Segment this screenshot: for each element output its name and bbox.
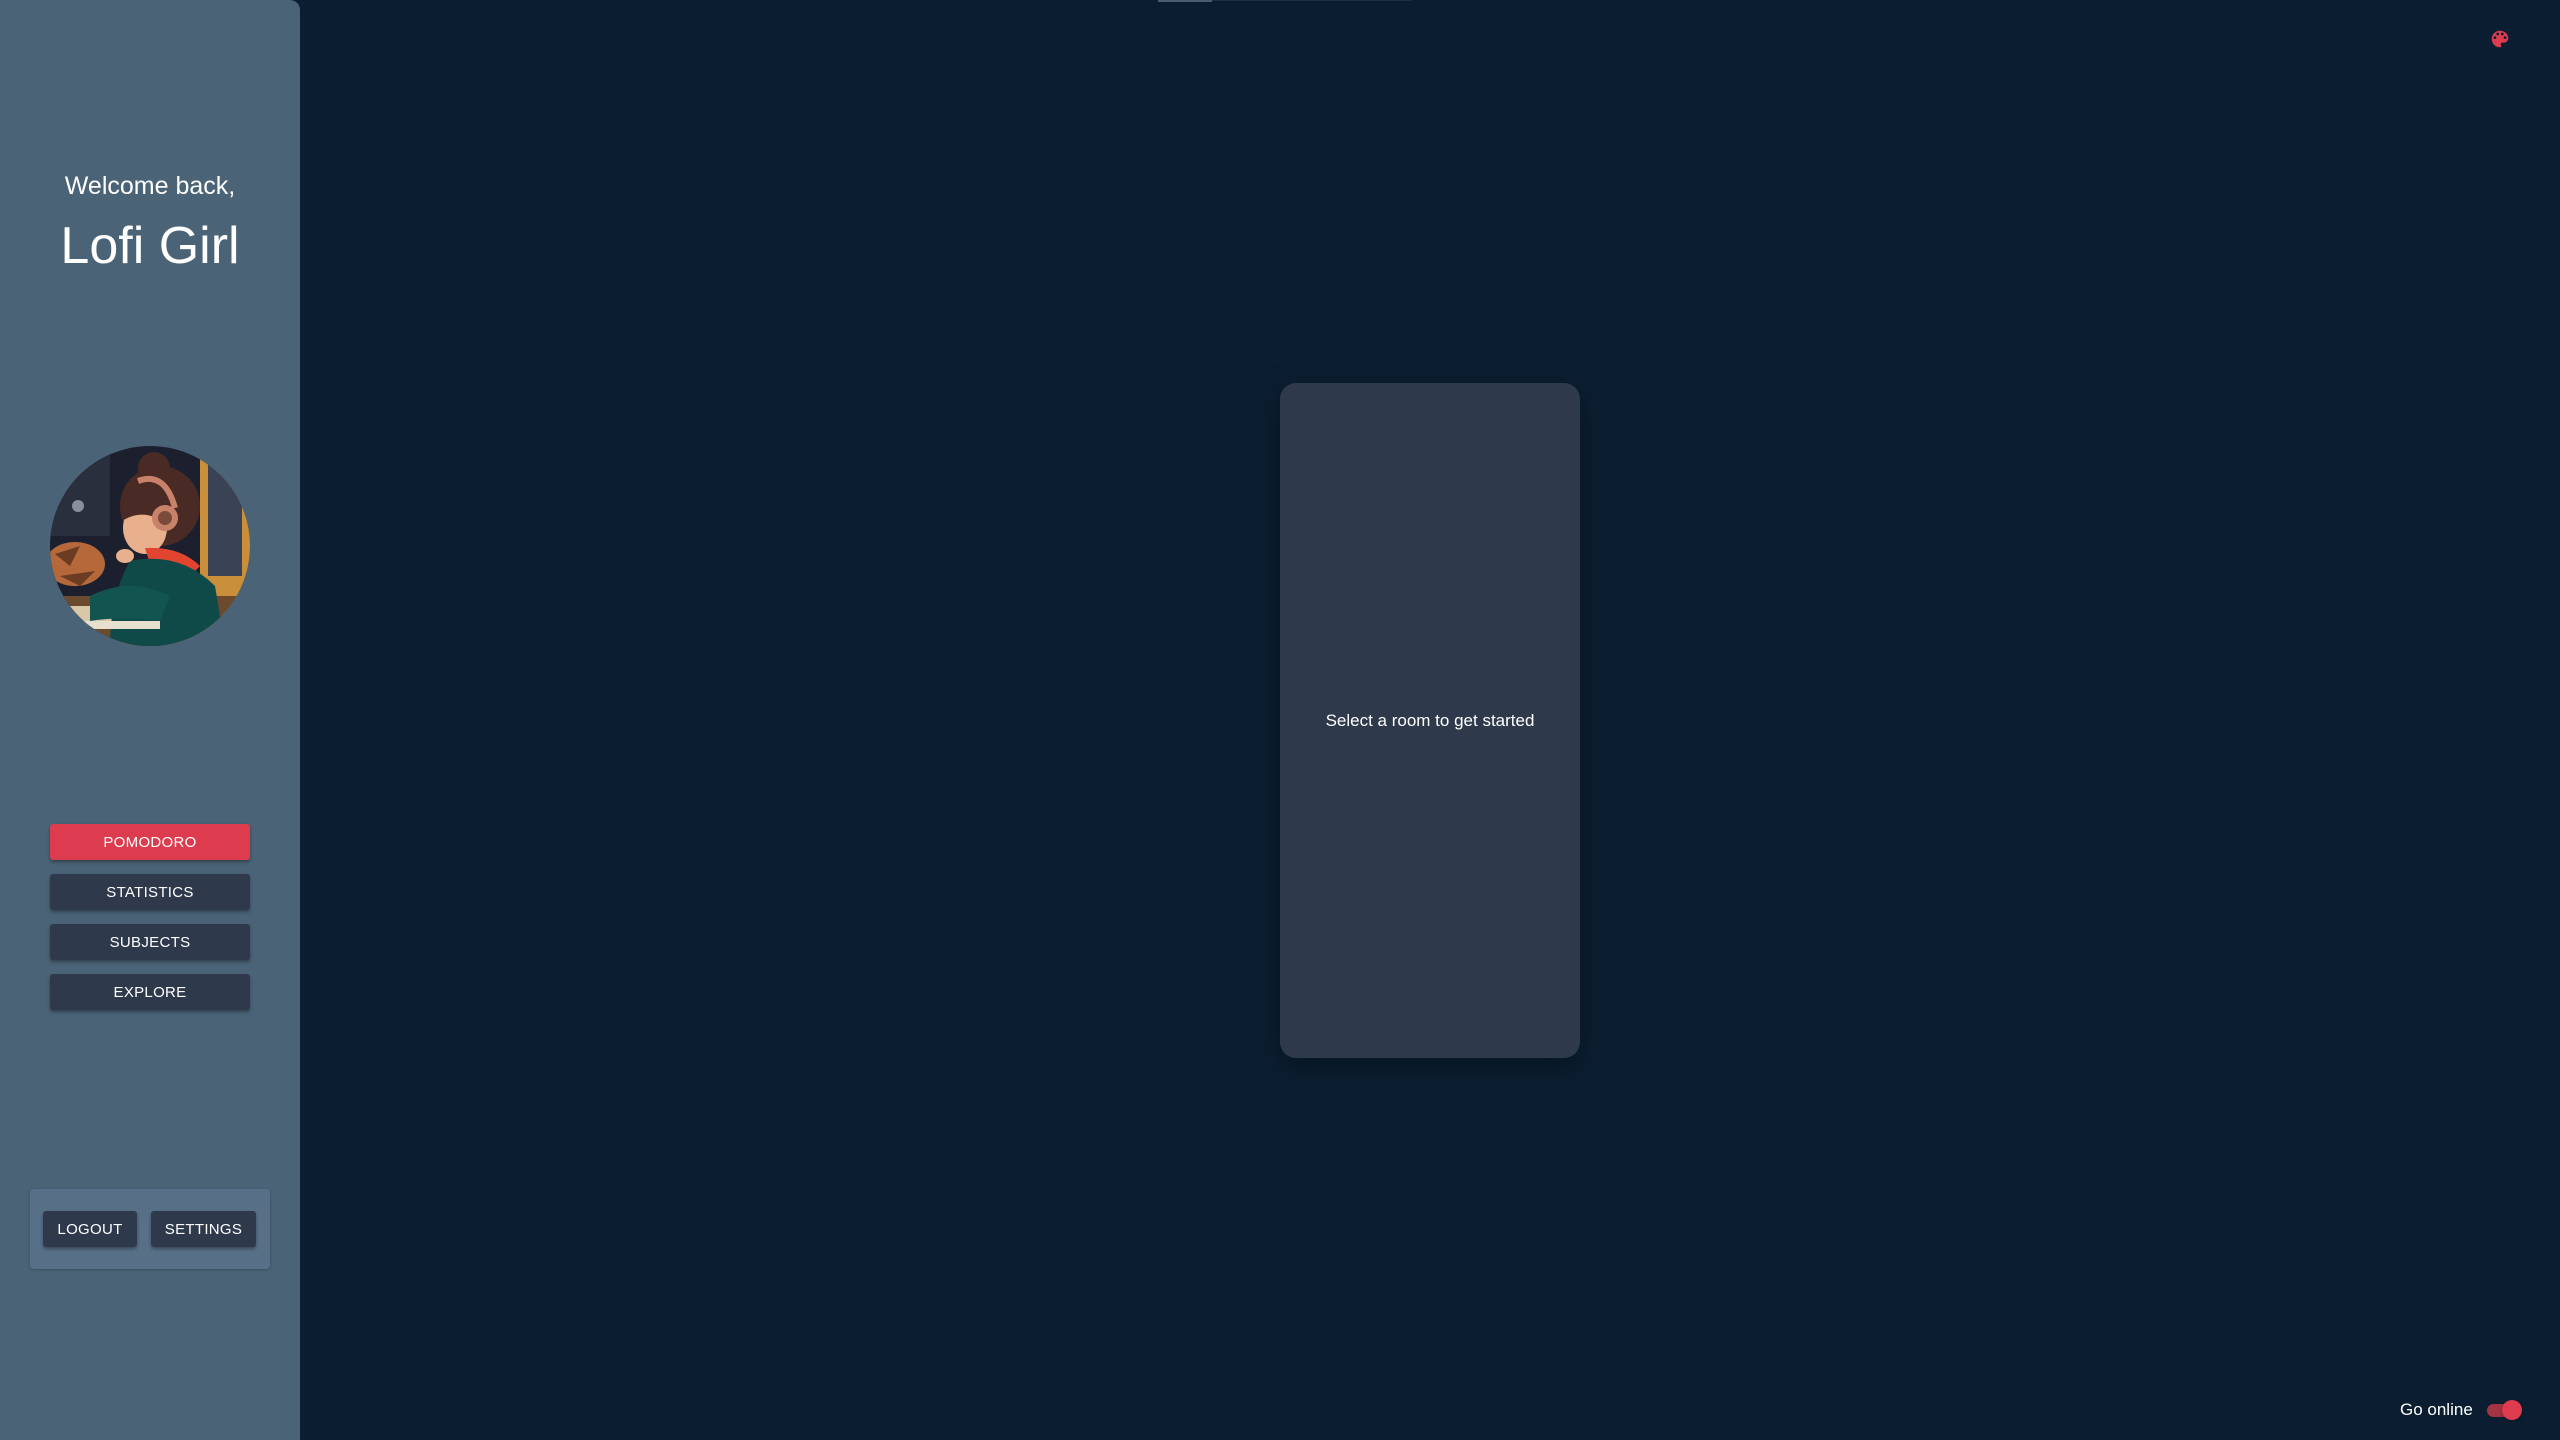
- avatar: [50, 446, 250, 646]
- nav-pomodoro-button[interactable]: POMODORO: [50, 824, 250, 860]
- top-indicator: [1158, 0, 1212, 2]
- settings-button[interactable]: SETTINGS: [151, 1211, 256, 1247]
- account-actions-panel: LOGOUT SETTINGS: [30, 1189, 270, 1269]
- sidebar-nav: POMODORO STATISTICS SUBJECTS EXPLORE: [50, 824, 250, 1024]
- nav-subjects-button[interactable]: SUBJECTS: [50, 924, 250, 960]
- avatar-illustration: [50, 446, 250, 646]
- welcome-text: Welcome back,: [64, 172, 236, 200]
- sidebar: Welcome back, Lofi Girl POMODORO STATIST…: [0, 0, 300, 1440]
- palette-icon[interactable]: [2489, 28, 2511, 50]
- nav-statistics-button[interactable]: STATISTICS: [50, 874, 250, 910]
- toggle-thumb: [2501, 1400, 2522, 1420]
- go-online-control: Go online: [2400, 1396, 2545, 1424]
- nav-explore-button[interactable]: EXPLORE: [50, 974, 250, 1010]
- go-online-toggle[interactable]: [2485, 1400, 2522, 1420]
- username: Lofi Girl: [60, 217, 240, 275]
- go-online-label: Go online: [2400, 1400, 2473, 1419]
- logout-button[interactable]: LOGOUT: [43, 1211, 137, 1247]
- top-indicator-track: [1212, 0, 1412, 1]
- room-placeholder-card: Select a room to get started: [1280, 383, 1580, 1058]
- room-prompt-text: Select a room to get started: [1325, 710, 1535, 730]
- app-root: Welcome back, Lofi Girl POMODORO STATIST…: [0, 0, 2560, 1440]
